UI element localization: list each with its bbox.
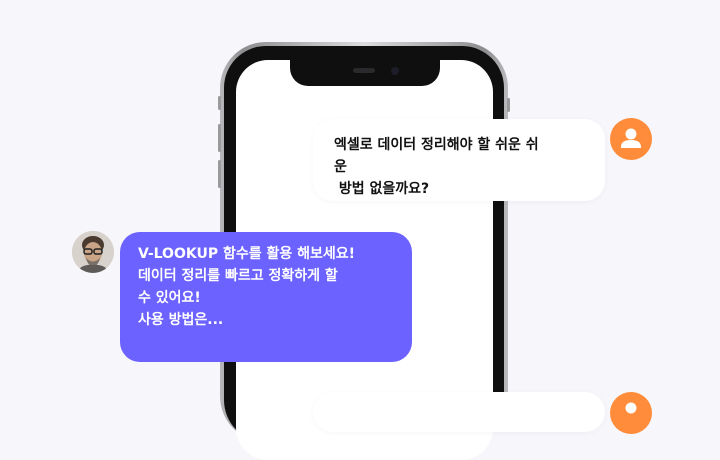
user-message-text: 엑셀로 데이터 정리해야 할 쉬운 쉬 운 방법 없을까요? — [334, 137, 539, 197]
front-camera — [391, 67, 399, 75]
phone-volume-down-button — [218, 160, 221, 188]
assistant-message-bubble: V-LOOKUP 함수를 활용 해보세요! 데이터 정리를 빠르고 정확하게 할… — [120, 232, 412, 362]
user-avatar — [610, 118, 652, 160]
photo-avatar — [72, 231, 114, 273]
user-message-bubble-partial — [313, 392, 605, 432]
user-message-bubble: 엑셀로 데이터 정리해야 할 쉬운 쉬 운 방법 없을까요? — [313, 119, 605, 201]
person-icon — [621, 128, 641, 148]
user-avatar-partial — [610, 392, 652, 434]
assistant-avatar — [72, 231, 114, 273]
assistant-message-text: V-LOOKUP 함수를 활용 해보세요! 데이터 정리를 빠르고 정확하게 할… — [138, 246, 356, 328]
speaker-grill — [353, 68, 375, 73]
phone-power-button — [507, 98, 510, 112]
person-icon — [625, 402, 637, 414]
phone-side-button — [218, 96, 221, 110]
phone-volume-up-button — [218, 124, 221, 152]
phone-notch — [290, 60, 440, 86]
